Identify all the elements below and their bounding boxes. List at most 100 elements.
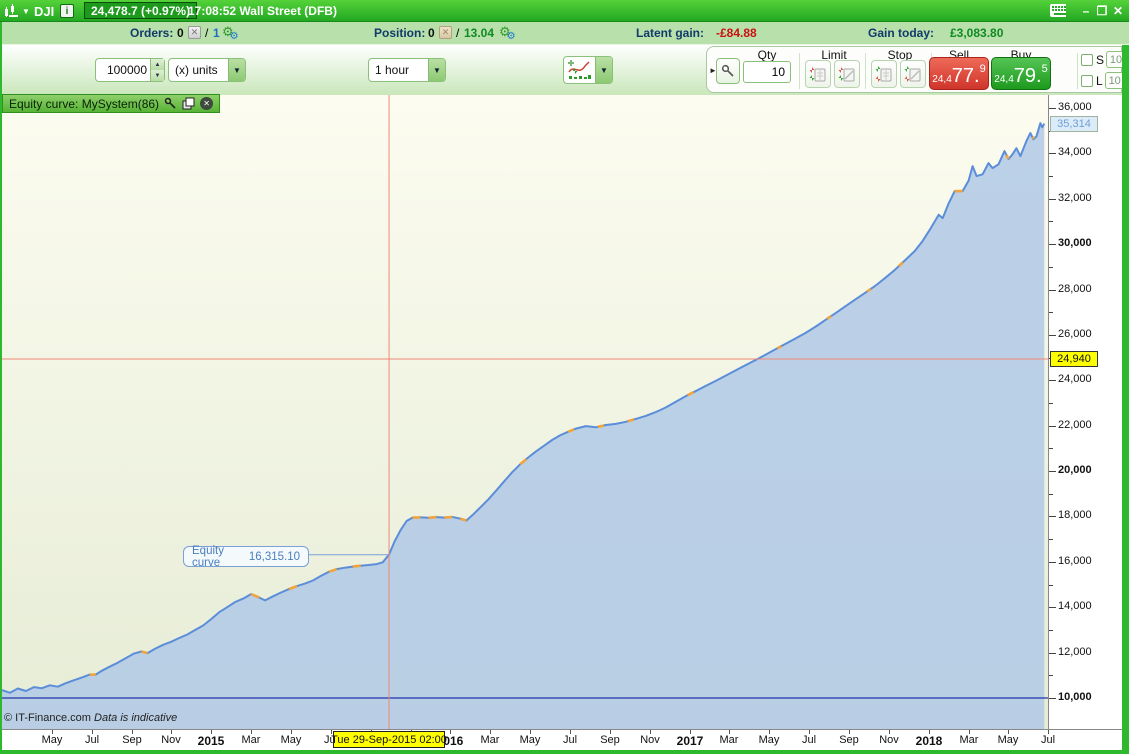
equity-curve-plot[interactable]	[1, 95, 1048, 729]
chevron-down-icon[interactable]: ▼	[228, 59, 245, 81]
chevron-down-icon[interactable]: ▼	[595, 57, 612, 83]
crosshair-value-badge: 24,940	[1050, 351, 1098, 367]
equity-area-fill	[2, 123, 1045, 729]
y-axis-label: 26,000	[1058, 328, 1092, 340]
timeframe-dropdown[interactable]: 1 hour ▼	[368, 58, 446, 82]
indicator-button[interactable]: ▼	[563, 56, 613, 84]
limit-buy-order-button[interactable]	[834, 60, 860, 88]
maximize-button[interactable]: ❐	[1094, 2, 1110, 19]
y-axis-minor-tick	[1049, 176, 1053, 177]
timeframe-selected: 1 hour	[375, 63, 410, 77]
trading-panel: ► Qty 10 Limit Stop Sell 24,4 77. 9 Buy …	[706, 46, 1129, 93]
y-axis-label: 10,000	[1058, 691, 1092, 703]
y-axis-minor-tick	[1049, 630, 1053, 631]
sell-price-prefix: 24,4	[932, 74, 952, 85]
spinner-up-icon[interactable]: ▲	[151, 59, 164, 70]
position-gears-icon[interactable]: ⚙⚙	[499, 24, 516, 42]
latent-gain-value: -£84.88	[716, 26, 757, 40]
y-axis-label: 34,000	[1058, 146, 1092, 158]
stop-s-label: S	[1096, 52, 1105, 67]
gear-blue-icon: ⚙	[506, 31, 516, 42]
toolbar: 100000 ▲ ▼ (x) units ▼ 1 hour ▼ ▼ ► Qty	[0, 45, 1129, 95]
market-name: Wall Street (DFB)	[239, 4, 337, 18]
open-position-mark	[444, 515, 453, 519]
y-axis-label: 24,000	[1058, 373, 1092, 385]
y-axis-label: 20,000	[1058, 464, 1092, 476]
buy-button[interactable]: 24,4 79. 5	[991, 57, 1051, 90]
qty-input[interactable]: 10	[743, 61, 791, 83]
chevron-down-icon[interactable]: ▼	[428, 59, 445, 81]
instrument-dropdown-caret[interactable]: ▼	[22, 0, 30, 22]
y-axis-minor-tick	[1049, 312, 1053, 313]
limit-sell-order-button[interactable]	[805, 60, 831, 88]
orders-slash: /	[205, 26, 209, 40]
gain-today-value: £3,083.80	[950, 26, 1004, 40]
open-position-mark	[597, 424, 605, 429]
spinner-down-icon[interactable]: ▼	[151, 70, 164, 81]
quantity-value[interactable]: 100000	[96, 59, 150, 81]
y-axis-minor-tick	[1049, 221, 1053, 222]
divider	[865, 53, 866, 89]
window-frame-left	[0, 22, 2, 754]
market-time: 17:08:52 Wall Street (DFB)	[188, 0, 337, 22]
candlestick-icon	[4, 0, 19, 22]
y-axis-tick	[1049, 698, 1056, 699]
sell-price-decimal: 9	[979, 63, 986, 75]
y-axis-tick	[1049, 290, 1056, 291]
gain-today-label: Gain today:	[868, 26, 935, 40]
time-text: 17:08:52	[188, 4, 237, 18]
y-axis-minor-tick	[1049, 585, 1053, 586]
close-position-icon[interactable]: ✕	[439, 26, 452, 39]
units-dropdown[interactable]: (x) units ▼	[168, 58, 246, 82]
copyright-note: © IT-Finance.com Data is indicative	[4, 712, 177, 724]
info-button[interactable]: i	[60, 4, 74, 18]
y-axis-label: 12,000	[1058, 646, 1092, 658]
position-size: 13.04	[464, 26, 495, 40]
y-axis-label: 30,000	[1058, 237, 1092, 249]
y-axis-tick	[1049, 199, 1056, 200]
close-button[interactable]: ✕	[1110, 2, 1126, 19]
trading-window: ▼ DJI i 24,478.7 (+0.97%) 17:08:52 Wall …	[0, 0, 1129, 754]
y-axis-minor-tick	[1049, 494, 1053, 495]
y-axis-minor-tick	[1049, 539, 1053, 540]
divider	[799, 53, 800, 89]
close-chart-icon[interactable]: ✕	[200, 97, 214, 110]
window-frame-bottom	[0, 750, 1129, 754]
y-axis-tick	[1049, 516, 1056, 517]
minimize-button[interactable]: –	[1078, 2, 1094, 19]
quantity-spinner[interactable]: 100000 ▲ ▼	[95, 58, 165, 82]
stop-checkbox[interactable]	[1081, 53, 1093, 66]
orders-pending: 1	[213, 26, 220, 40]
stop-buy-order-button[interactable]	[900, 60, 926, 88]
detach-window-icon[interactable]	[182, 97, 195, 110]
position-count: 0	[428, 26, 435, 40]
chart-settings-icon[interactable]	[164, 97, 177, 110]
limit-checkbox[interactable]	[1081, 74, 1093, 87]
chart-panel-tab[interactable]: Equity curve: MySystem(86) ✕	[2, 94, 221, 113]
spinner-buttons[interactable]: ▲ ▼	[150, 59, 164, 81]
y-axis[interactable]: 35,314 24,940 36,000 34,000 32,000 30,000 28…	[1048, 95, 1122, 729]
position-slash: /	[456, 26, 460, 40]
panel-settings-button[interactable]	[716, 58, 740, 84]
orders-gears-icon[interactable]: ⚙⚙	[222, 24, 239, 42]
equity-tooltip: Equity curve 16,315.10	[183, 545, 309, 569]
x-axis[interactable]: Tue 29-Sep-2015 02:00 May Jul Sep Nov 2015 Ma…	[0, 729, 1129, 750]
open-position-mark	[428, 515, 437, 520]
y-axis-minor-tick	[1049, 448, 1053, 449]
y-axis-label: 18,000	[1058, 509, 1092, 521]
open-position-mark	[1031, 136, 1036, 140]
cancel-orders-icon[interactable]: ✕	[188, 26, 201, 39]
y-axis-tick	[1049, 244, 1056, 245]
buy-price-decimal: 5	[1041, 63, 1048, 75]
status-bar: Orders: 0 ✕ / 1 ⚙⚙ Position: 0 ✕ / 13.04…	[0, 22, 1129, 45]
position-label: Position:	[374, 26, 426, 40]
keyboard-icon[interactable]	[1050, 2, 1066, 19]
y-axis-tick	[1049, 471, 1056, 472]
sell-price-main: 77.	[951, 65, 980, 87]
y-axis-tick	[1049, 426, 1056, 427]
buy-price-main: 79.	[1013, 65, 1042, 87]
stop-sell-order-button[interactable]	[871, 60, 897, 88]
sell-button[interactable]: 24,4 77. 9	[929, 57, 989, 90]
price-change-badge: 24,478.7 (+0.97%)	[84, 2, 198, 19]
y-axis-tick	[1049, 562, 1056, 563]
